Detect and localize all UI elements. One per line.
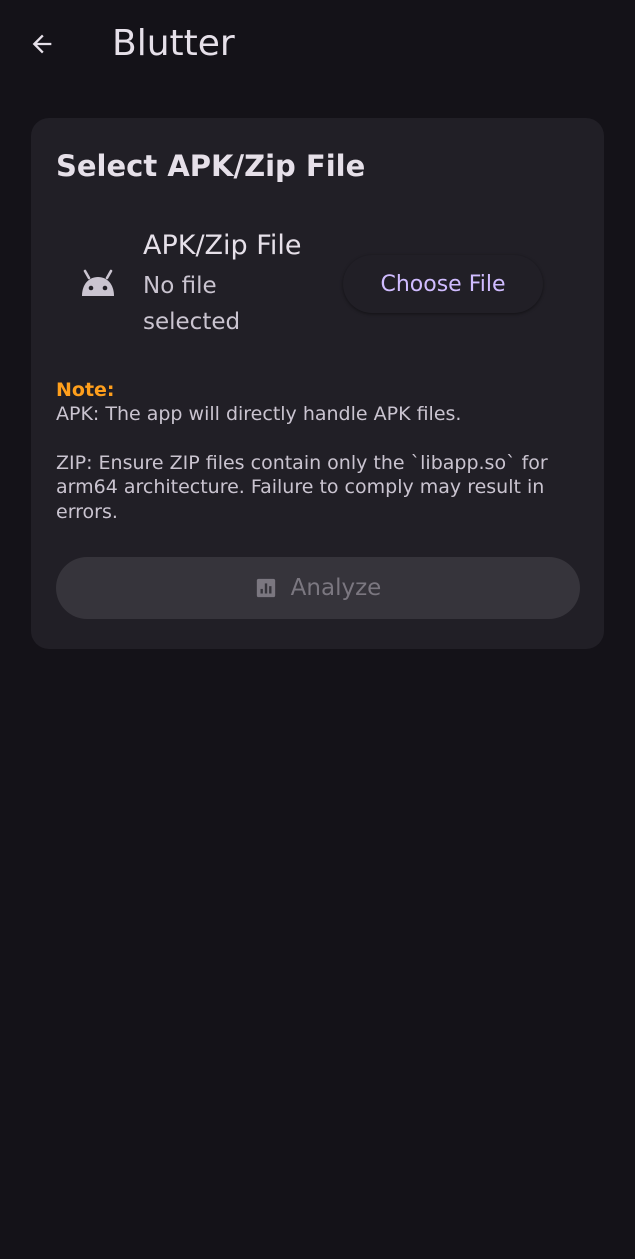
analyze-button-label: Analyze <box>290 575 382 601</box>
page-title: Blutter <box>112 23 235 64</box>
choose-file-button[interactable]: Choose File <box>343 255 543 313</box>
back-button[interactable] <box>18 20 66 68</box>
file-row: APK/Zip File No file selected Choose Fil… <box>31 222 604 352</box>
note-apk-text: APK: The app will directly handle APK fi… <box>56 403 462 425</box>
file-status: No file selected <box>143 273 241 335</box>
arrow-left-icon <box>32 34 52 54</box>
note-title: Note: <box>56 379 115 401</box>
note-zip-text: ZIP: Ensure ZIP files contain only the `… <box>56 451 548 523</box>
card-title: Select APK/Zip File <box>56 149 366 183</box>
app-bar: Blutter <box>0 0 635 88</box>
analyze-button[interactable]: Analyze <box>56 557 580 619</box>
bar-chart-icon <box>256 578 275 598</box>
android-icon <box>82 269 114 296</box>
file-selection-card: Select APK/Zip File APK/Zip File No file… <box>31 118 604 649</box>
note-block: Note: APK: The app will directly handle … <box>56 378 576 524</box>
file-label: APK/Zip File <box>143 230 302 261</box>
